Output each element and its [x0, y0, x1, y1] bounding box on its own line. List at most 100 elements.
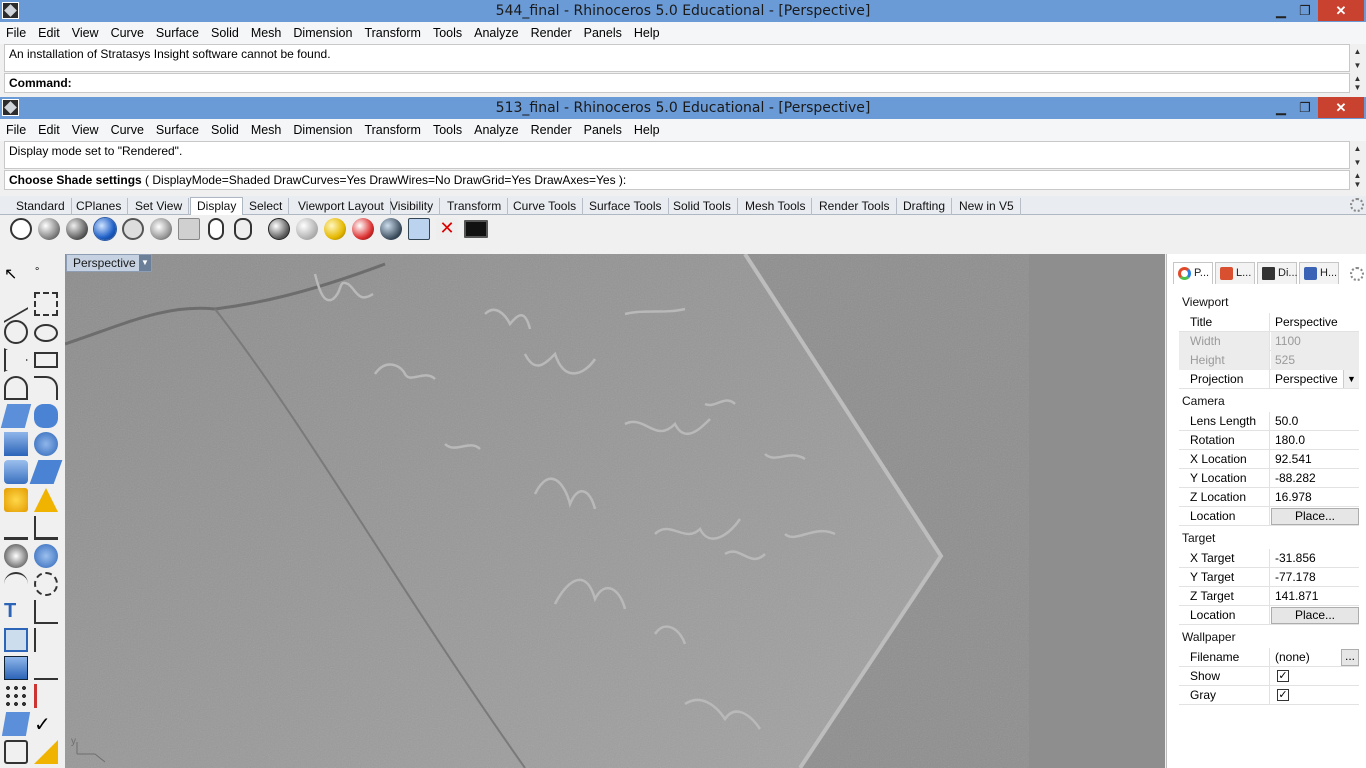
group-icon[interactable]	[4, 544, 28, 568]
menu-render[interactable]: Render	[525, 119, 578, 141]
tab-surface-tools[interactable]: Surface Tools	[583, 198, 669, 215]
render-icon[interactable]	[1, 712, 31, 736]
solid-icon[interactable]	[4, 656, 28, 680]
tab-display[interactable]: Display	[190, 197, 244, 216]
rendered-display-icon[interactable]	[66, 218, 88, 240]
polyline-icon[interactable]	[4, 285, 28, 323]
x-target-field[interactable]: -31.856	[1271, 549, 1359, 568]
fillet-icon[interactable]	[34, 376, 58, 400]
menu-edit[interactable]: Edit	[32, 119, 66, 141]
environment-icon[interactable]	[380, 218, 402, 240]
monitor-icon[interactable]	[464, 220, 488, 238]
tab-properties[interactable]: P...	[1173, 262, 1213, 284]
extrude-icon[interactable]	[4, 460, 28, 484]
menu-transform[interactable]: Transform	[358, 22, 427, 44]
menu-mesh[interactable]: Mesh	[245, 119, 288, 141]
tab-curve-tools[interactable]: Curve Tools	[507, 198, 584, 215]
wireframe-display-icon[interactable]	[10, 218, 32, 240]
command-scrollbar[interactable]: ▲ ▼	[1351, 74, 1364, 92]
technical-display-icon[interactable]	[150, 218, 172, 240]
menu-help[interactable]: Help	[628, 22, 666, 44]
tab-layers[interactable]: L...	[1215, 262, 1255, 284]
tab-mesh-tools[interactable]: Mesh Tools	[739, 198, 813, 215]
restore-button[interactable]: ❐	[1290, 0, 1320, 21]
dimension-icon[interactable]	[34, 600, 58, 624]
close-button[interactable]: ✕	[1318, 97, 1364, 118]
rectangle-icon[interactable]	[34, 352, 58, 368]
text-icon[interactable]: T	[4, 600, 28, 624]
menu-surface[interactable]: Surface	[150, 22, 205, 44]
tab-drafting[interactable]: Drafting	[897, 198, 953, 215]
close-button[interactable]: ✕	[1318, 0, 1364, 21]
ellipse-icon[interactable]	[34, 324, 58, 342]
menu-mesh[interactable]: Mesh	[245, 22, 288, 44]
history-scrollbar[interactable]: ▲ ▼	[1351, 45, 1364, 73]
menu-panels[interactable]: Panels	[578, 22, 628, 44]
tab-render-tools[interactable]: Render Tools	[813, 198, 897, 215]
tab-visibility[interactable]: Visibility	[384, 198, 441, 215]
tab-select[interactable]: Select	[243, 198, 290, 215]
menu-curve[interactable]: Curve	[105, 22, 150, 44]
menu-analyze[interactable]: Analyze	[468, 22, 524, 44]
title-bar-513[interactable]: 513_final - Rhinoceros 5.0 Educational -…	[0, 97, 1366, 119]
menu-file[interactable]: File	[0, 22, 32, 44]
menu-file[interactable]: File	[0, 119, 32, 141]
menu-solid[interactable]: Solid	[205, 22, 245, 44]
tab-standard[interactable]: Standard	[10, 198, 72, 215]
camera-place-button[interactable]: Place...	[1271, 508, 1359, 525]
restore-button[interactable]: ❐	[1290, 97, 1320, 118]
array-icon[interactable]	[4, 628, 28, 652]
analyze-icon[interactable]	[34, 684, 58, 708]
check-icon[interactable]: ✓	[34, 712, 58, 736]
menu-analyze[interactable]: Analyze	[468, 119, 524, 141]
menu-view[interactable]: View	[66, 22, 105, 44]
y-target-field[interactable]: -77.178	[1271, 568, 1359, 587]
menu-view[interactable]: View	[66, 119, 105, 141]
box-icon[interactable]	[4, 432, 28, 456]
point-icon[interactable]: ∘	[34, 264, 58, 288]
menu-dimension[interactable]: Dimension	[287, 119, 358, 141]
layout-icon[interactable]	[34, 628, 58, 652]
tab-transform[interactable]: Transform	[441, 198, 509, 215]
z-location-field[interactable]: 16.978	[1271, 488, 1359, 507]
menu-dimension[interactable]: Dimension	[287, 22, 358, 44]
toolbar-settings-gear-icon[interactable]	[1350, 198, 1364, 212]
command-line[interactable]: Command:	[4, 73, 1350, 93]
z-target-field[interactable]: 141.871	[1271, 587, 1359, 606]
mesh-icon[interactable]	[29, 460, 63, 484]
move-icon[interactable]	[4, 572, 28, 596]
hide-icon[interactable]: ✕	[436, 218, 458, 240]
polygon-icon[interactable]	[4, 348, 28, 372]
tab-set-view[interactable]: Set View	[129, 198, 190, 215]
menu-curve[interactable]: Curve	[105, 119, 150, 141]
show-checkbox[interactable]: ✓	[1277, 670, 1289, 682]
split-icon[interactable]	[34, 516, 58, 540]
title-bar-544[interactable]: 544_final - Rhinoceros 5.0 Educational -…	[0, 0, 1366, 22]
artistic-display-icon[interactable]	[178, 218, 200, 240]
shade-settings-icon[interactable]	[268, 218, 290, 240]
tab-display[interactable]: Di...	[1257, 262, 1298, 284]
perspective-viewport[interactable]: y	[65, 254, 1165, 768]
rotation-field[interactable]: 180.0	[1271, 431, 1359, 450]
xray-display-icon[interactable]	[122, 218, 144, 240]
viewport-menu-arrow-icon[interactable]: ▼	[139, 255, 151, 271]
surface-icon[interactable]	[0, 404, 32, 428]
tab-solid-tools[interactable]: Solid Tools	[667, 198, 738, 215]
menu-solid[interactable]: Solid	[205, 119, 245, 141]
boolean-icon[interactable]	[4, 488, 28, 512]
properties-tool-icon[interactable]	[4, 740, 28, 764]
menu-help[interactable]: Help	[628, 119, 666, 141]
arc-icon[interactable]	[4, 376, 28, 400]
lighting-icon[interactable]	[324, 218, 346, 240]
grid-icon[interactable]	[4, 684, 28, 708]
custom-display-icon[interactable]	[234, 218, 252, 240]
menu-panels[interactable]: Panels	[578, 119, 628, 141]
select-arrow-icon[interactable]: ↖	[4, 264, 28, 288]
gray-checkbox[interactable]: ✓	[1277, 689, 1289, 701]
x-location-field[interactable]: 92.541	[1271, 450, 1359, 469]
shaded-display-icon[interactable]	[38, 218, 60, 240]
curve-cp-icon[interactable]	[34, 292, 58, 316]
circle-icon[interactable]	[4, 320, 28, 344]
snap-icon[interactable]	[34, 656, 58, 680]
pencil-icon[interactable]	[34, 740, 58, 764]
